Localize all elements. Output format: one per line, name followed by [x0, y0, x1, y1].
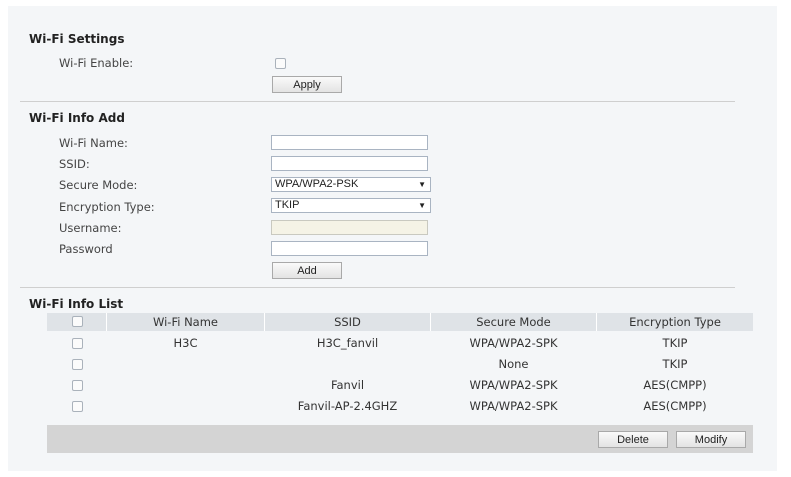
column-header-encryption-type[interactable]: Encryption Type [597, 313, 753, 331]
table-cell-encryption: AES(CMPP) [643, 378, 707, 392]
chevron-down-icon: ▼ [418, 201, 426, 210]
wifi-name-label: Wi-Fi Name: [59, 136, 128, 150]
modify-button[interactable]: Modify [676, 431, 746, 448]
delete-button[interactable]: Delete [598, 431, 668, 448]
secure-mode-value: WPA/WPA2-PSK [275, 178, 359, 190]
ssid-input[interactable] [271, 156, 428, 171]
row-checkbox[interactable] [72, 380, 83, 391]
table-cell-ssid: Fanvil [330, 378, 365, 392]
row-checkbox[interactable] [72, 401, 83, 412]
table-cell-encryption: AES(CMPP) [643, 399, 707, 413]
wifi-info-add-title: Wi-Fi Info Add [29, 111, 125, 125]
table-footer: Delete Modify [47, 425, 753, 453]
table-header: Wi-Fi Name SSID Secure Mode Encryption T… [47, 313, 753, 331]
section-divider [20, 101, 735, 102]
row-checkbox[interactable] [72, 359, 83, 370]
encryption-type-select[interactable]: TKIP ▼ [271, 198, 431, 213]
section-divider [20, 287, 735, 288]
username-input[interactable] [271, 220, 428, 235]
table-cell-wifi-name: H3C [173, 336, 198, 350]
wifi-settings-title: Wi-Fi Settings [29, 32, 125, 46]
password-label: Password [59, 242, 113, 256]
table-cell-ssid: H3C_fanvil [316, 336, 379, 350]
username-label: Username: [59, 221, 122, 235]
add-button[interactable]: Add [272, 262, 342, 279]
apply-button[interactable]: Apply [272, 76, 342, 93]
table-cell-secure-mode: WPA/WPA2-SPK [469, 336, 558, 350]
column-header-secure-mode[interactable]: Secure Mode [431, 313, 596, 331]
wifi-enable-checkbox[interactable] [275, 58, 286, 69]
wifi-name-input[interactable] [271, 135, 428, 150]
wifi-enable-label: Wi-Fi Enable: [59, 56, 134, 70]
table-cell-ssid [265, 354, 430, 374]
secure-mode-select[interactable]: WPA/WPA2-PSK ▼ [271, 177, 431, 192]
table-cell-wifi-name [107, 375, 264, 395]
row-checkbox[interactable] [72, 338, 83, 349]
encryption-type-value: TKIP [275, 199, 300, 211]
table-cell-wifi-name [107, 354, 264, 374]
table-cell-secure-mode: None [498, 357, 529, 371]
ssid-label: SSID: [59, 157, 90, 171]
chevron-down-icon: ▼ [418, 180, 426, 189]
password-input[interactable] [271, 241, 428, 256]
table-cell-encryption: TKIP [662, 357, 688, 371]
table-cell-secure-mode: WPA/WPA2-SPK [469, 378, 558, 392]
wifi-info-list-title: Wi-Fi Info List [29, 297, 124, 311]
table-cell-ssid: Fanvil-AP-2.4GHZ [297, 399, 398, 413]
secure-mode-label: Secure Mode: [59, 178, 138, 192]
table-cell-encryption: TKIP [662, 336, 688, 350]
table-cell-wifi-name [107, 396, 264, 416]
column-header-wifi-name[interactable]: Wi-Fi Name [107, 313, 264, 331]
table-cell-secure-mode: WPA/WPA2-SPK [469, 399, 558, 413]
encryption-type-label: Encryption Type: [59, 200, 155, 214]
column-header-ssid[interactable]: SSID [265, 313, 430, 331]
select-all-checkbox[interactable] [72, 316, 83, 327]
